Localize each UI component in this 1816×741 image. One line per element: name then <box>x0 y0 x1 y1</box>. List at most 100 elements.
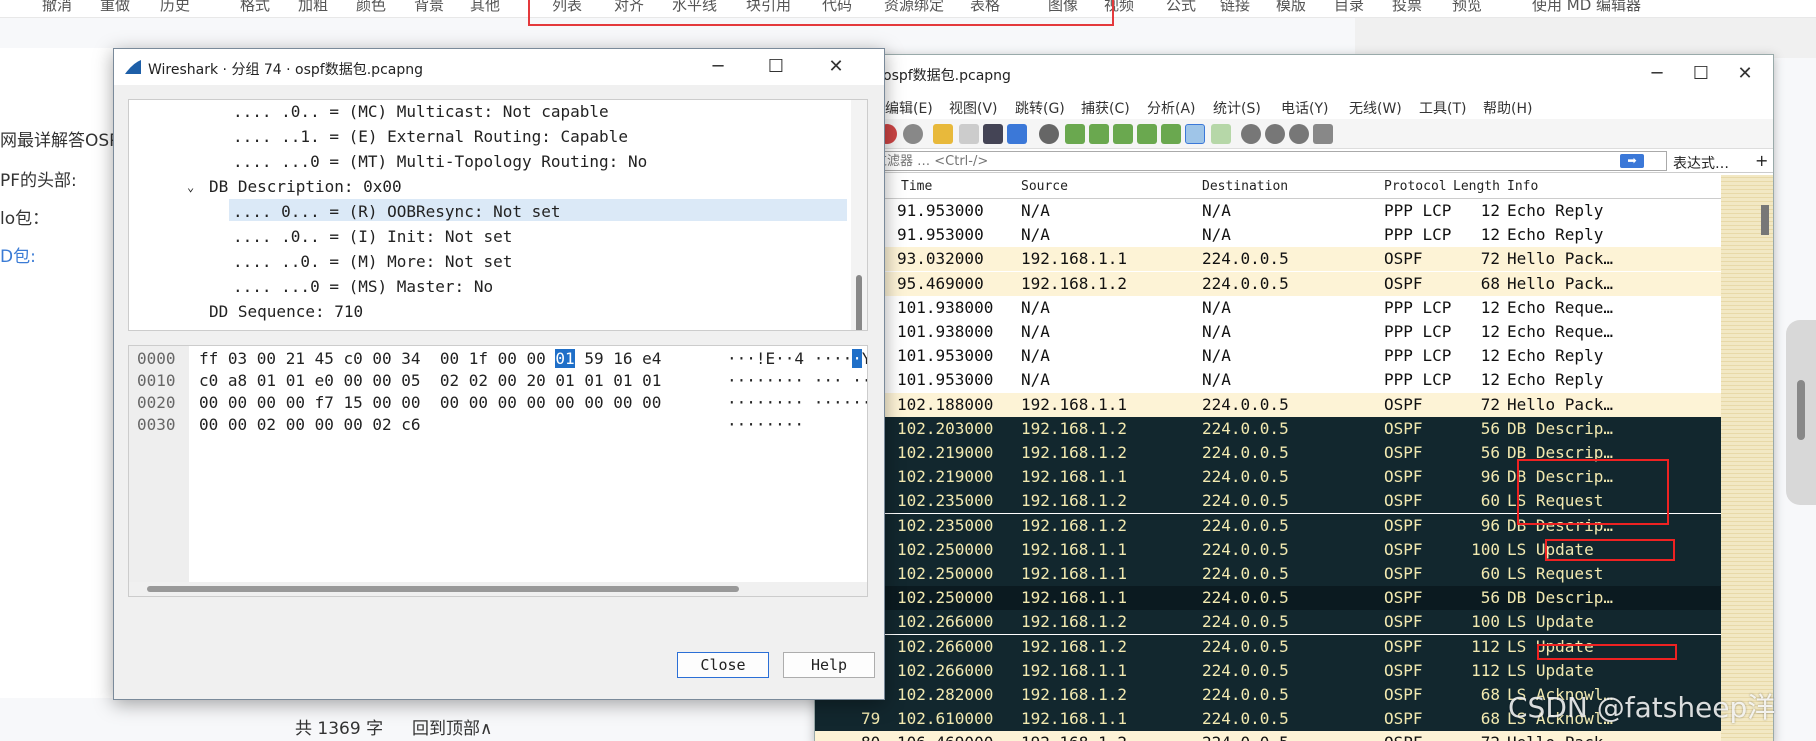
table-row[interactable]: 63101.938000N/AN/APPP LCP12Echo Reque… <box>815 320 1721 344</box>
toolbar-item[interactable]: 加粗 <box>298 0 328 15</box>
hex-bytes[interactable]: 00 00 02 00 00 00 02 c6 <box>199 414 421 436</box>
toolbar-item[interactable]: 颜色 <box>356 0 386 15</box>
toolbar-item[interactable]: 重做 <box>100 0 130 15</box>
toolbar-item[interactable]: 预览 <box>1452 0 1482 15</box>
table-row[interactable]: 77102.266000192.168.1.1224.0.0.5OSPF112L… <box>815 658 1721 683</box>
tree-line[interactable]: .... .0.. = (MC) Multicast: Not capable <box>233 101 609 123</box>
table-row[interactable]: 62101.938000N/AN/APPP LCP12Echo Reque… <box>815 295 1721 320</box>
apply-filter-icon[interactable]: ➡ <box>1620 154 1644 168</box>
find-packet-icon[interactable] <box>1039 124 1059 144</box>
menu-statistics[interactable]: 统计(S) <box>1213 98 1261 118</box>
dialog-maximize-icon[interactable]: ☐ <box>754 54 798 80</box>
toolbar-item[interactable]: 其他 <box>470 0 500 15</box>
toolbar-item[interactable]: 历史 <box>160 0 190 15</box>
tree-line[interactable]: .... ..1. = (E) External Routing: Capabl… <box>233 126 628 148</box>
tree-vertical-thumb[interactable] <box>856 275 862 330</box>
menu-go[interactable]: 跳转(G) <box>1015 98 1065 118</box>
toolbar-item[interactable]: 模版 <box>1276 0 1306 15</box>
toolbar-item[interactable]: 撤消 <box>42 0 72 15</box>
autoscroll-icon[interactable] <box>1185 124 1205 144</box>
hex-horizontal-thumb[interactable] <box>147 586 739 592</box>
table-row[interactable]: 74102.250000192.168.1.1224.0.0.5OSPF56DB… <box>815 586 1721 611</box>
tree-line[interactable]: .... ..0. = (M) More: Not set <box>233 251 512 273</box>
table-row[interactable]: 64101.953000N/AN/APPP LCP12Echo Reply <box>815 344 1721 369</box>
save-file-icon[interactable] <box>959 124 979 144</box>
zoom-in-icon[interactable] <box>1241 124 1261 144</box>
cell-time: 95.469000 <box>897 273 984 293</box>
colorize-icon[interactable] <box>1211 124 1231 144</box>
close-file-icon[interactable] <box>983 124 1003 144</box>
close-icon[interactable]: ✕ <box>1723 61 1767 87</box>
table-row[interactable]: 6195.469000192.168.1.2224.0.0.5OSPF68Hel… <box>815 271 1721 296</box>
table-row[interactable]: 67102.203000192.168.1.2224.0.0.5OSPF56DB… <box>815 416 1721 441</box>
column-header-time[interactable]: Time <box>901 179 932 194</box>
column-header-destination[interactable]: Destination <box>1202 179 1288 194</box>
toolbar-item[interactable]: 格式 <box>240 0 270 15</box>
tree-line[interactable]: .... .0.. = (I) Init: Not set <box>233 226 512 248</box>
column-header-protocol[interactable]: Protocol <box>1384 179 1447 194</box>
table-row[interactable]: 65101.953000N/AN/APPP LCP12Echo Reply <box>815 368 1721 393</box>
zoom-out-icon[interactable] <box>1265 124 1285 144</box>
column-header-info[interactable]: Info <box>1507 179 1538 194</box>
menu-help[interactable]: 帮助(H) <box>1483 98 1532 118</box>
hex-bytes[interactable]: 00 00 00 00 f7 15 00 00 00 00 00 00 00 0… <box>199 392 661 414</box>
toolbar-item[interactable]: 目录 <box>1334 0 1364 15</box>
tree-line[interactable]: .... 0... = (R) OOBResync: Not set <box>233 201 561 223</box>
go-back-icon[interactable] <box>1065 124 1085 144</box>
hex-ascii[interactable]: ···!E··4 ·····Y·· <box>727 348 867 370</box>
table-row[interactable]: 73102.250000192.168.1.1224.0.0.5OSPF60LS… <box>815 562 1721 586</box>
minimize-icon[interactable]: ─ <box>1635 61 1679 87</box>
menu-telephony[interactable]: 电话(Y) <box>1281 98 1328 118</box>
menu-wireless[interactable]: 无线(W) <box>1349 98 1402 118</box>
table-row[interactable]: 5891.953000N/AN/APPP LCP12Echo Reply <box>815 199 1721 223</box>
column-header-length[interactable]: Length <box>1453 179 1500 194</box>
menu-edit[interactable]: 编辑(E) <box>885 98 933 118</box>
toolbar-item[interactable]: 使用 MD 编辑器 <box>1532 0 1641 15</box>
menu-capture[interactable]: 捕获(C) <box>1081 98 1130 118</box>
hex-ascii[interactable]: ········ <box>727 414 804 436</box>
toolbar-item[interactable]: 公式 <box>1166 0 1196 15</box>
dialog-close-icon[interactable]: ✕ <box>814 54 858 80</box>
tree-line[interactable]: .... ...0 = (MT) Multi-Topology Routing:… <box>233 151 647 173</box>
table-row[interactable]: 66102.188000192.168.1.1224.0.0.5OSPF72He… <box>815 392 1721 417</box>
tree-line[interactable]: DD Sequence: 710 <box>209 301 363 323</box>
hex-ascii[interactable]: ········ ········ <box>727 392 867 414</box>
hex-bytes[interactable]: ff 03 00 21 45 c0 00 34 00 1f 00 00 01 5… <box>199 348 661 370</box>
column-header-source[interactable]: Source <box>1021 179 1068 194</box>
table-row[interactable]: 80 106.469000 192.168.1.2 224.0.0.5 OSPF 72 He… <box>815 731 1721 741</box>
toolbar-item[interactable]: 链接 <box>1220 0 1250 15</box>
display-filter-input[interactable] <box>815 151 1667 171</box>
add-filter-button[interactable]: + <box>1755 151 1768 170</box>
menu-tools[interactable]: 工具(T) <box>1419 98 1466 118</box>
toolbar-item[interactable]: 背景 <box>414 0 444 15</box>
first-packet-icon[interactable] <box>1137 124 1157 144</box>
toolbar-item[interactable]: 投票 <box>1392 0 1422 15</box>
back-to-top-link[interactable]: 回到顶部∧ <box>412 714 492 739</box>
chevron-down-icon[interactable]: ⌄ <box>187 176 194 198</box>
open-file-icon[interactable] <box>933 124 953 144</box>
menu-analyze[interactable]: 分析(A) <box>1147 98 1196 118</box>
maximize-icon[interactable]: ☐ <box>1679 61 1723 87</box>
go-to-packet-icon[interactable] <box>1113 124 1133 144</box>
hex-bytes[interactable]: c0 a8 01 01 e0 00 00 05 02 02 00 20 01 0… <box>199 370 661 392</box>
table-row[interactable]: 6093.032000192.168.1.1224.0.0.5OSPF72Hel… <box>815 247 1721 272</box>
help-button[interactable]: Help <box>783 652 875 678</box>
packet-list-scroll-thumb[interactable] <box>1761 205 1769 235</box>
table-row[interactable]: 75102.266000192.168.1.2224.0.0.5OSPF100L… <box>815 610 1721 635</box>
tree-line[interactable]: .... ...0 = (MS) Master: No <box>233 276 493 298</box>
zoom-reset-icon[interactable] <box>1289 124 1309 144</box>
last-packet-icon[interactable] <box>1161 124 1181 144</box>
close-button[interactable]: Close <box>677 652 769 678</box>
resize-columns-icon[interactable] <box>1313 124 1333 144</box>
side-scroll-thumb[interactable] <box>1797 380 1805 440</box>
dialog-minimize-icon[interactable]: ─ <box>696 54 740 80</box>
table-row[interactable]: 5991.953000N/AN/APPP LCP12Echo Reply <box>815 223 1721 248</box>
go-forward-icon[interactable] <box>1089 124 1109 144</box>
menu-view[interactable]: 视图(V) <box>949 98 998 118</box>
reload-icon[interactable] <box>1007 124 1027 144</box>
filter-expression-button[interactable]: 表达式… <box>1673 153 1729 173</box>
tree-line[interactable]: DB Description: 0x00 <box>209 176 402 198</box>
options-icon[interactable] <box>903 124 923 144</box>
packet-list-scrollbar[interactable] <box>1721 175 1773 741</box>
hex-ascii[interactable]: ········ ··· ···· <box>727 370 867 392</box>
